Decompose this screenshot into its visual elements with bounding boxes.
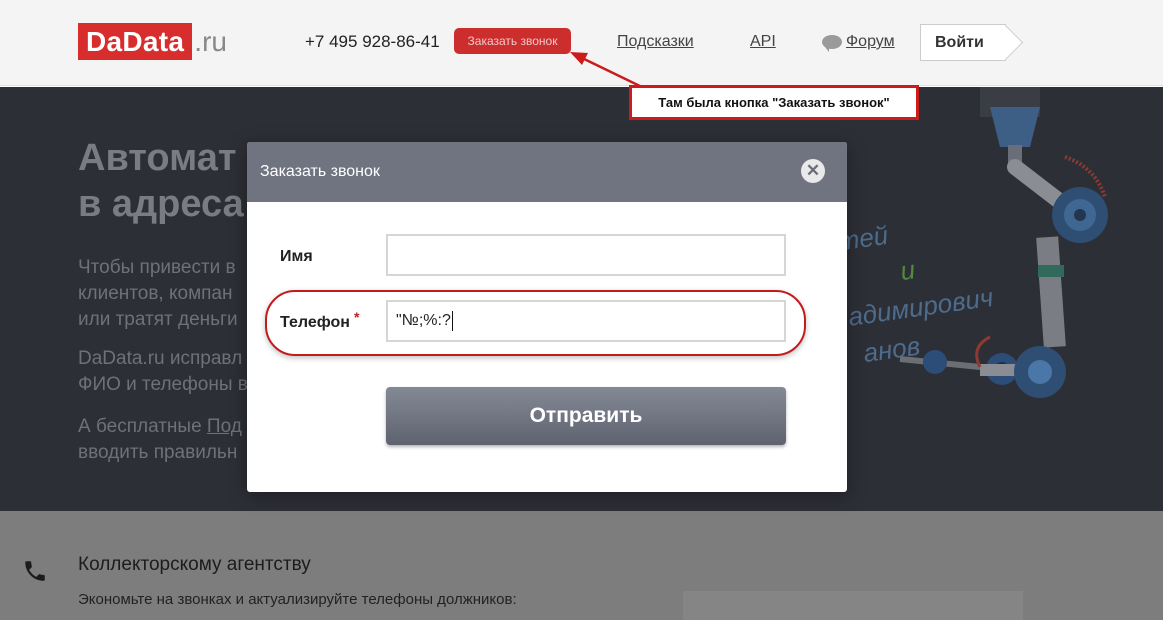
hero-title: Автомат в адреса [78,135,244,227]
bottom-title: Коллекторскому агентству [78,554,311,575]
hero-text-prefix: А бесплатные [78,416,207,437]
login-button[interactable]: Войти [920,24,1006,61]
nav-link-forum-label: Форум [846,33,895,50]
logo[interactable]: DaData .ru [78,23,227,60]
close-icon[interactable]: ✕ [801,159,825,183]
bottom-text: Экономьте на звонках и актуализируйте те… [78,591,517,608]
hero-title-line: Автомат [78,137,237,179]
phone-input[interactable]: "№;%:? [386,300,786,342]
callback-button[interactable]: Заказать звонок [454,28,571,54]
hero-text-line: Чтобы привести в [78,257,236,278]
phone-input-value: "№;%:? [396,312,451,330]
hero-title-line: в адреса [78,183,244,225]
phone-label: Телефон * [280,309,359,332]
name-label: Имя [280,248,313,265]
callback-modal: Заказать звонок ✕ Имя Телефон * "№;%:? От… [247,142,847,492]
hero-text-line: клиентов, компан [78,283,233,304]
annotation-note: Там была кнопка "Заказать звонок" [629,85,919,120]
hero-text-line: DaData.ru исправл [78,348,243,369]
hero-paragraph: А бесплатные Под вводить правильн [78,414,242,466]
hero-text-line: ФИО и телефоны в [78,374,248,395]
nav-link-forum[interactable]: Форум [822,33,895,52]
robot-arm-illustration [899,87,1108,398]
hero-text-line: или тратят деньги [78,309,238,330]
submit-button[interactable]: Отправить [386,387,786,445]
hero-text-line: А бесплатные Под [78,414,242,440]
modal-header: Заказать звонок ✕ [247,142,847,202]
phone-icon [25,561,45,581]
name-input[interactable] [386,234,786,276]
required-mark: * [353,309,360,325]
bottom-panel [683,591,1023,620]
hero-paragraph: Чтобы привести в клиентов, компан или тр… [78,255,238,333]
phone-label-text: Телефон [280,314,350,331]
hero-text-line: вводить правильн [78,442,238,463]
text-caret [451,311,453,331]
bottom-section: Коллекторскому агентству Экономьте на зв… [0,511,1163,620]
hero-hints-link[interactable]: Под [207,416,242,437]
header-phone: +7 495 928-86-41 [305,32,440,51]
hero-paragraph: DaData.ru исправл ФИО и телефоны в [78,346,248,398]
speech-bubble-icon [822,35,842,52]
logo-suffix: .ru [194,26,227,57]
logo-main: DaData [78,23,193,60]
nav-link-api[interactable]: API [750,33,776,51]
modal-title: Заказать звонок [260,163,380,180]
